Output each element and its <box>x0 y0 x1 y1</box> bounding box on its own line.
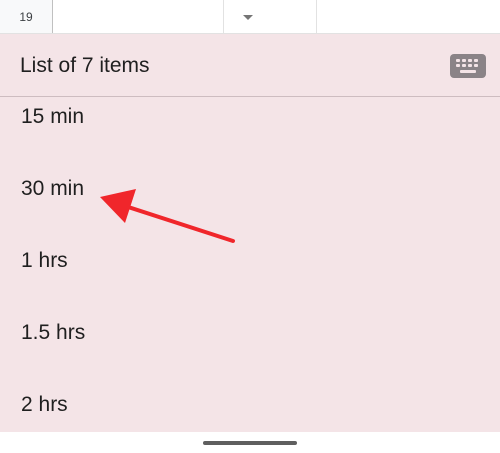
list-item-30-min[interactable]: 30 min <box>0 164 500 214</box>
cell[interactable] <box>224 0 317 33</box>
keyboard-icon[interactable] <box>450 54 486 78</box>
list-title: List of 7 items <box>20 54 150 77</box>
list-header: List of 7 items <box>0 34 500 97</box>
options-list: 15 min 30 min 1 hrs 1.5 hrs 2 hrs <box>0 97 500 432</box>
list-item-2-hrs[interactable]: 2 hrs <box>0 380 500 430</box>
cell[interactable] <box>317 0 500 33</box>
list-item-15-min[interactable]: 15 min <box>0 92 500 142</box>
list-item-1-5-hrs[interactable]: 1.5 hrs <box>0 308 500 358</box>
list-bottom-sheet: List of 7 items 15 min 30 min 1 hrs 1.5 … <box>0 34 500 432</box>
screen: 19 List of 7 items 15 min 30 min 1 hrs 1… <box>0 0 500 453</box>
home-gesture-handle[interactable] <box>203 441 297 445</box>
spreadsheet-row: 19 <box>0 0 500 34</box>
dropdown-cell[interactable] <box>53 0 253 33</box>
row-header[interactable]: 19 <box>0 0 53 33</box>
system-navigation-bar <box>0 432 500 453</box>
list-item-1-hrs[interactable]: 1 hrs <box>0 236 500 286</box>
